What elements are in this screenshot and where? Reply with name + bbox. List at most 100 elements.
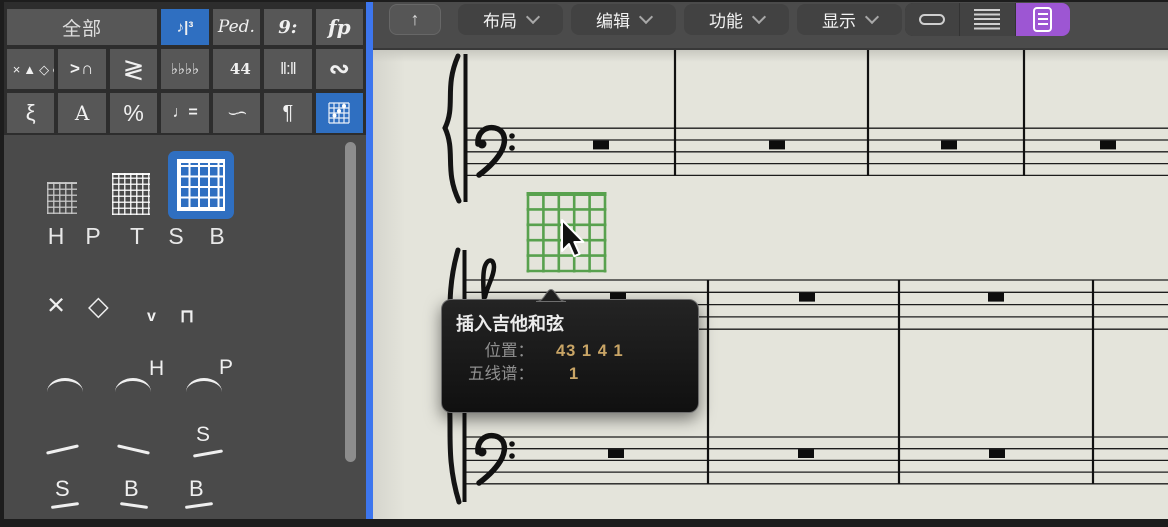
edit-menu[interactable]: 编辑 (571, 4, 676, 35)
edit-menu-label: 编辑 (596, 7, 630, 32)
window-border-left (0, 0, 4, 527)
position-value: 43 1 4 1 (556, 340, 624, 363)
slur-icon[interactable] (47, 378, 83, 392)
palette-accidentals[interactable]: ♭♭♭♭ (161, 49, 208, 89)
layout-menu-label: 布局 (483, 7, 517, 32)
palette-noteheads[interactable]: ×▲◇● (7, 49, 54, 89)
palette-tuplet[interactable]: ♪|³ (161, 9, 208, 45)
palette-slurs[interactable]: ⌣⌢ (213, 93, 260, 133)
system1-brace (445, 56, 459, 201)
chord-grid-large-button[interactable] (168, 151, 234, 219)
palette-dynamics[interactable]: fp (316, 9, 363, 45)
whole-rest (941, 141, 957, 150)
letter-B[interactable]: B (206, 223, 228, 250)
chord-grid-medium-button[interactable] (112, 173, 150, 215)
filter-all-label: 全部 (62, 14, 102, 41)
palette-hairpins[interactable]: ≷ (110, 49, 157, 89)
down-bow-icon[interactable]: ⊓ (180, 306, 194, 327)
part-box-body: H P T S B × ◇ v ⊓ H P S S B B (4, 135, 366, 519)
palette-text[interactable]: A (58, 93, 105, 133)
staff-value: 1 (569, 363, 579, 386)
palette-rest[interactable]: ξ (7, 93, 54, 133)
tooltip-notch (536, 288, 566, 302)
bend-B1-label[interactable]: B (124, 476, 139, 502)
pedal-icon: Ped. (218, 17, 255, 37)
chevron-down-icon (752, 10, 766, 24)
articulations-icon: >∩ (70, 59, 94, 79)
view-menu-label: 显示 (822, 7, 856, 32)
palette-pilcrow[interactable]: ¶ (264, 93, 311, 133)
palette-pedal[interactable]: Ped. (213, 9, 260, 45)
slide-s-line (193, 449, 223, 457)
up-arrow-icon: ↑ (411, 9, 420, 30)
chord-grid-icon (328, 102, 350, 124)
wrapped-view-icon (974, 9, 1000, 31)
chevron-down-icon (865, 10, 879, 24)
functions-menu-label: 功能 (709, 7, 743, 32)
layout-menu[interactable]: 布局 (458, 4, 563, 35)
slide-down-icon[interactable] (117, 444, 150, 454)
x-notehead-icon[interactable]: × (47, 287, 65, 323)
linear-view-button[interactable] (905, 3, 959, 36)
score-canvas[interactable] (373, 50, 1168, 519)
tempo-icon: ♩= (172, 104, 197, 122)
palette-trill[interactable]: ∾ (316, 49, 363, 89)
wrapped-view-button[interactable] (960, 3, 1014, 36)
rest-icon: ξ (26, 100, 36, 126)
page-view-button[interactable] (1016, 3, 1070, 36)
palette-time-signature[interactable]: 44 (213, 49, 260, 89)
letter-T[interactable]: T (126, 223, 148, 250)
slide-s-label[interactable]: S (196, 423, 210, 447)
palette-tempo[interactable]: ♩= (161, 93, 208, 133)
score-toolbar: ↑ 布局 编辑 功能 显示 (373, 0, 1168, 50)
letter-H[interactable]: H (45, 223, 67, 250)
staff-label: 五线谱： (442, 363, 534, 386)
chord-grid-large-icon (177, 159, 225, 211)
palette-articulations[interactable]: >∩ (58, 49, 105, 89)
slide-S2-label[interactable]: S (55, 476, 70, 502)
accidentals-icon: ♭♭♭♭ (170, 63, 200, 76)
time-signature-icon: 44 (230, 63, 243, 76)
go-up-button[interactable]: ↑ (389, 4, 441, 35)
bend-B1-line (120, 502, 148, 509)
hammer-on-slur-icon[interactable] (115, 378, 151, 392)
window-border-bottom (0, 519, 1168, 527)
tuplet-icon: ♪|³ (177, 19, 194, 36)
palette-bass-clef[interactable]: 9: (264, 9, 311, 45)
letter-P[interactable]: P (82, 223, 104, 250)
repeat-barline-icon: ‖:‖ (280, 59, 296, 79)
system2-bass-clef (478, 436, 515, 483)
pull-off-label: P (219, 356, 233, 380)
whole-rest (989, 449, 1005, 458)
pilcrow-icon: ¶ (282, 102, 293, 125)
bend-B2-line (185, 502, 213, 509)
whole-rest (799, 293, 815, 302)
palette-chord-grid[interactable] (316, 93, 363, 133)
trill-ornament-icon: ∾ (329, 54, 350, 84)
view-menu[interactable]: 显示 (797, 4, 902, 35)
noteheads-icon: ×▲◇● (13, 63, 49, 76)
linear-view-icon (919, 14, 945, 25)
slide-S2-line (51, 502, 79, 509)
page-view-icon (1033, 7, 1052, 32)
whole-rest (1100, 141, 1116, 150)
palette-segno[interactable]: % (110, 93, 157, 133)
whole-rest (988, 293, 1004, 302)
pull-off-slur-icon[interactable] (186, 378, 222, 392)
score-notation (465, 50, 1168, 502)
chord-grid-small-button[interactable] (47, 182, 77, 214)
bass-clef-icon: 9: (278, 17, 297, 38)
up-bow-icon[interactable]: v (147, 308, 156, 326)
score-editor-window: 全部 ♪|³ Ped. 9: fp ×▲◇● >∩ ≷ ♭♭♭♭ 44 ‖:‖ … (0, 0, 1168, 527)
part-box-scrollbar[interactable] (345, 142, 356, 462)
functions-menu[interactable]: 功能 (684, 4, 789, 35)
slide-up-icon[interactable] (46, 444, 79, 454)
diamond-notehead-icon[interactable]: ◇ (88, 291, 109, 322)
panel-divider[interactable] (366, 0, 373, 527)
palette-filter-all[interactable]: 全部 (7, 9, 157, 45)
letter-S[interactable]: S (165, 223, 187, 250)
whole-rest (608, 449, 624, 458)
insert-tooltip: 插入吉他和弦 位置： 43 1 4 1 五线谱： 1 (441, 299, 699, 413)
bend-B2-label[interactable]: B (189, 476, 204, 502)
palette-repeat-barlines[interactable]: ‖:‖ (264, 49, 311, 89)
